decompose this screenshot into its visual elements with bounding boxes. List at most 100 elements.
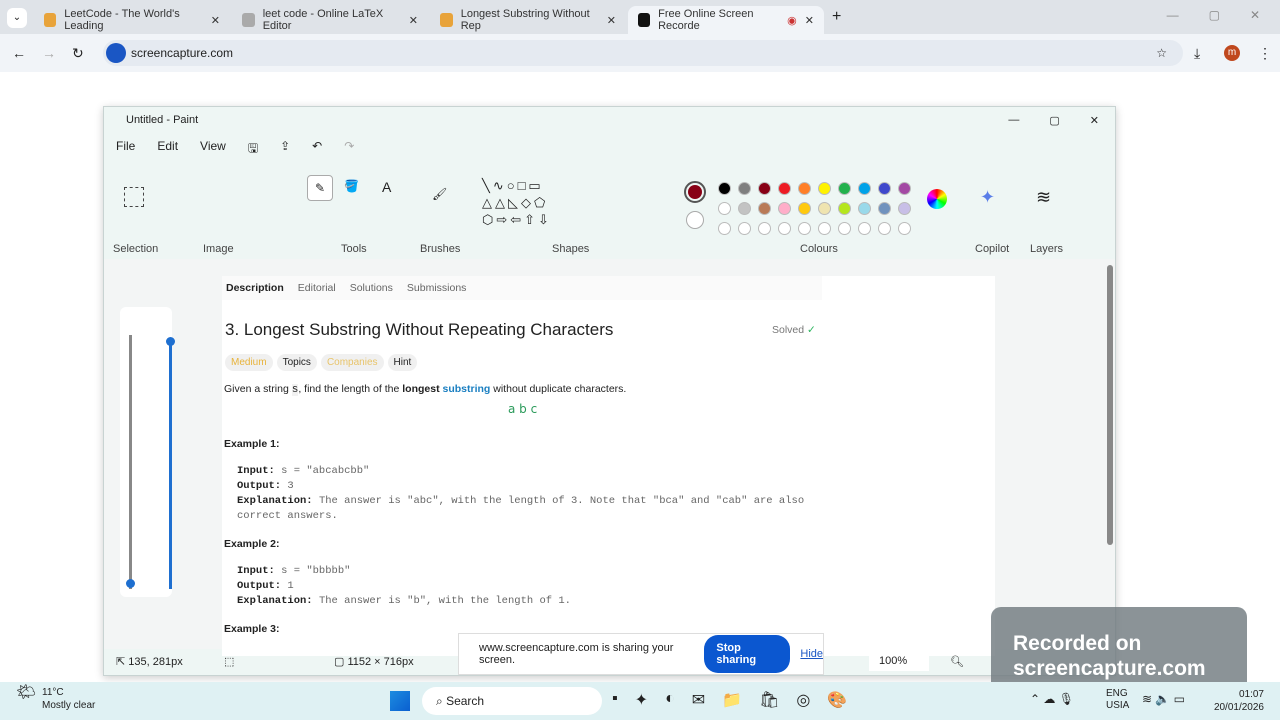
minimize-icon[interactable]: — (1167, 8, 1179, 22)
network-volume-battery-icons[interactable]: ≋ 🔈 ▭ (1142, 692, 1185, 706)
close-icon[interactable]: ✕ (805, 14, 814, 27)
colour-swatch[interactable] (838, 182, 851, 195)
secondary-colour[interactable] (686, 211, 704, 229)
fill-icon[interactable]: 🪣 (344, 179, 359, 193)
windows-start-icon[interactable] (390, 691, 410, 711)
colour-swatch[interactable] (858, 182, 871, 195)
outlook-icon[interactable]: ✉ (692, 690, 705, 710)
selection-icon[interactable] (124, 187, 144, 207)
colour-swatch[interactable] (858, 202, 871, 215)
share-icon[interactable]: ⇪ (280, 139, 290, 160)
colour-swatch[interactable] (838, 202, 851, 215)
colour-swatch[interactable] (758, 202, 771, 215)
colour-swatch[interactable] (878, 182, 891, 195)
tray-icons[interactable]: ⌃ ☁ 🎙 (1030, 692, 1074, 706)
colour-swatch[interactable] (818, 202, 831, 215)
text-icon[interactable]: A (382, 179, 391, 195)
edit-colours-icon[interactable] (927, 189, 947, 209)
avatar[interactable]: m (1224, 45, 1240, 61)
menu-icon[interactable]: ⋮ (1258, 45, 1272, 62)
tab-search-button[interactable]: ⌄ (7, 8, 27, 28)
layers-icon[interactable]: ≋ (1036, 187, 1051, 208)
colour-swatch[interactable] (718, 202, 731, 215)
colour-swatch[interactable] (818, 222, 831, 235)
store-icon[interactable]: 🛍 (759, 690, 779, 710)
slider-thumb[interactable] (126, 579, 135, 588)
colour-swatch[interactable] (878, 222, 891, 235)
brush-icon[interactable]: 🖌 (432, 187, 447, 201)
colour-swatch[interactable] (798, 222, 811, 235)
colour-swatch[interactable] (758, 182, 771, 195)
colour-swatch[interactable] (898, 202, 911, 215)
language-indicator[interactable]: ENG USIA (1106, 688, 1129, 712)
zoom-select[interactable]: 100% (869, 651, 929, 671)
colour-swatch[interactable] (718, 182, 731, 195)
tab-latex[interactable]: leet code - Online LaTeX Editor ✕ (232, 6, 428, 34)
close-icon[interactable]: ✕ (409, 14, 418, 27)
tab-longest-substring[interactable]: Longest Substring Without Rep ✕ (430, 6, 626, 34)
hide-button[interactable]: Hide (800, 648, 823, 660)
vertical-scrollbar[interactable] (1107, 265, 1113, 545)
drawing-canvas[interactable]: Description Editorial Solutions Submissions… (222, 276, 995, 656)
colour-swatch[interactable] (798, 182, 811, 195)
colour-swatch[interactable] (798, 202, 811, 215)
maximize-icon[interactable]: ▢ (1209, 8, 1220, 22)
colour-swatch[interactable] (758, 222, 771, 235)
shapes-gallery[interactable]: ╲∿○□▭ △△◺◇⬠ ⬡⇨⇦⇧⇩ (482, 177, 572, 228)
copilot-icon[interactable]: ✦ (980, 187, 995, 208)
stop-sharing-button[interactable]: Stop sharing (704, 635, 791, 673)
reload-icon[interactable]: ↻ (72, 45, 84, 62)
colour-swatch[interactable] (738, 202, 751, 215)
problem-description: Given a string s, find the length of the… (224, 383, 627, 396)
edge-icon[interactable]: ◐ (665, 690, 675, 710)
tab-leetcode[interactable]: LeetCode - The World's Leading ✕ (34, 6, 230, 34)
close-icon[interactable]: ✕ (1090, 114, 1099, 127)
back-icon[interactable]: ← (12, 45, 26, 61)
colour-swatch[interactable] (898, 222, 911, 235)
task-view-icon[interactable]: ▪ (612, 690, 618, 710)
chrome-icon[interactable]: ◎ (796, 690, 810, 710)
colour-swatch[interactable] (838, 222, 851, 235)
colour-swatch[interactable] (898, 182, 911, 195)
slider-thumb[interactable] (166, 337, 175, 346)
colour-swatch[interactable] (778, 202, 791, 215)
pencil-icon[interactable]: ✎ (307, 175, 333, 201)
close-icon[interactable]: ✕ (607, 14, 616, 27)
colour-swatch[interactable] (738, 182, 751, 195)
size-slider[interactable] (169, 341, 172, 589)
copilot-icon[interactable]: ✦ (635, 690, 648, 710)
paint-icon[interactable]: 🎨 (827, 690, 847, 710)
file-explorer-icon[interactable]: 📁 (722, 690, 742, 710)
colour-swatch[interactable] (718, 222, 731, 235)
star-icon[interactable]: ☆ (1156, 46, 1167, 60)
tab-screen-recorder[interactable]: Free Online Screen Recorde ◉ ✕ (628, 6, 824, 34)
redo-icon[interactable]: ↷ (344, 139, 354, 160)
url-field[interactable]: screencapture.com ☆ (103, 40, 1183, 66)
primary-colour[interactable] (684, 181, 706, 203)
taskbar-search[interactable]: ⌕ Search (422, 687, 602, 715)
menu-edit[interactable]: Edit (157, 139, 178, 160)
save-icon[interactable]: 🖫 (248, 139, 258, 160)
close-icon[interactable]: ✕ (211, 14, 220, 27)
colour-swatch[interactable] (778, 182, 791, 195)
new-tab-button[interactable]: + (832, 8, 841, 26)
address-bar-row: ← → ↻ screencapture.com ☆ ⤓ m ⋮ (0, 34, 1280, 72)
undo-icon[interactable]: ↶ (312, 139, 322, 160)
clock[interactable]: 01:07 20/01/2026 (1214, 688, 1264, 714)
colour-swatch[interactable] (738, 222, 751, 235)
colour-swatch[interactable] (878, 202, 891, 215)
weather-widget[interactable]: 11°C Mostly clear 🌤 (16, 685, 95, 712)
opacity-slider[interactable] (129, 335, 132, 589)
download-icon[interactable]: ⤓ (1194, 45, 1200, 62)
close-icon[interactable]: ✕ (1250, 8, 1260, 22)
colour-swatch[interactable] (778, 222, 791, 235)
forward-icon[interactable]: → (42, 45, 56, 61)
menu-file[interactable]: File (116, 139, 135, 160)
menu-view[interactable]: View (200, 139, 226, 160)
colour-swatch[interactable] (858, 222, 871, 235)
colour-swatch[interactable] (818, 182, 831, 195)
minimize-icon[interactable]: — (1008, 114, 1019, 127)
selection-size-icon: ⬚ (224, 655, 235, 668)
zoom-out-icon[interactable]: 🔍︎ (950, 655, 964, 668)
maximize-icon[interactable]: ▢ (1049, 114, 1059, 127)
